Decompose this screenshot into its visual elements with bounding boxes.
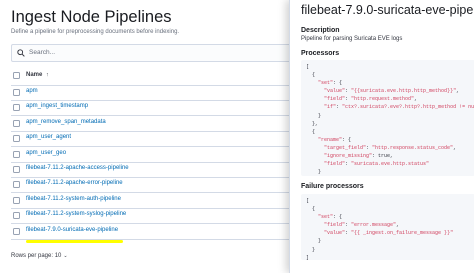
pipeline-details-flyout: filebeat-7.9.0-suricata-eve-pipeline Des… bbox=[289, 0, 474, 273]
select-all-checkbox[interactable] bbox=[13, 72, 20, 79]
pipeline-name-link[interactable]: apm_ingest_timestamp bbox=[26, 103, 88, 109]
pipeline-name-link[interactable]: filebeat-7.9.0-suricata-eve-pipeline bbox=[26, 227, 118, 233]
table-row: filebeat-7.11.2-system-auth-pipeline bbox=[11, 193, 296, 209]
table-row: filebeat-7.11.2-system-syslog-pipeline bbox=[11, 208, 296, 225]
processors-label: Processors bbox=[301, 50, 340, 57]
table-row: apm_user_geo bbox=[11, 147, 296, 163]
flyout-title: filebeat-7.9.0-suricata-eve-pipeline bbox=[301, 3, 474, 17]
page-subtitle: Define a pipeline for preprocessing docu… bbox=[11, 29, 180, 35]
row-checkbox[interactable] bbox=[13, 227, 20, 235]
table-row: apm_ingest_timestamp bbox=[11, 100, 296, 117]
table-row: apm_remove_span_metadata bbox=[11, 116, 296, 132]
search-icon bbox=[17, 49, 25, 57]
failure-processors-json: [ { "set": { "field": "error.message", "… bbox=[306, 198, 454, 260]
row-checkbox[interactable] bbox=[13, 104, 20, 112]
column-header-name[interactable]: Name bbox=[26, 72, 42, 78]
pipeline-name-link[interactable]: filebeat-7.11.2-apache-error-pipeline bbox=[26, 180, 123, 186]
table-row: filebeat-7.11.2-apache-access-pipeline bbox=[11, 162, 296, 178]
row-checkbox[interactable] bbox=[13, 119, 20, 127]
table-row: apm_user_agent bbox=[11, 131, 296, 148]
row-checkbox[interactable] bbox=[13, 181, 20, 189]
processors-code-block[interactable]: [ { "set": { "value": "{{suricata.eve.ht… bbox=[301, 60, 474, 176]
page-title: Ingest Node Pipelines bbox=[11, 8, 172, 26]
yellow-highlight-underline bbox=[26, 240, 123, 243]
row-checkbox[interactable] bbox=[13, 166, 20, 173]
rows-per-page-button[interactable]: Rows per page: 10 ⌄ bbox=[11, 253, 68, 259]
rows-per-page-label: Rows per page: 10 bbox=[11, 253, 62, 259]
search-placeholder: Search... bbox=[29, 49, 56, 56]
processors-json: [ { "set": { "value": "{{suricata.eve.ht… bbox=[306, 64, 474, 176]
sort-ascending-icon: ↑ bbox=[46, 72, 49, 78]
row-checkbox[interactable] bbox=[13, 212, 20, 220]
failure-processors-label: Failure processors bbox=[301, 183, 364, 190]
pipelines-list-panel: Ingest Node Pipelines Define a pipeline … bbox=[0, 0, 300, 273]
pipeline-name-link[interactable]: filebeat-7.11.2-system-auth-pipeline bbox=[26, 196, 121, 202]
search-input[interactable]: Search... bbox=[11, 44, 293, 62]
table-row: filebeat-7.11.2-apache-error-pipeline bbox=[11, 177, 296, 194]
description-text: Pipeline for parsing Suricata EVE logs bbox=[301, 36, 403, 42]
pipeline-name-link[interactable]: apm bbox=[26, 88, 38, 94]
row-checkbox[interactable] bbox=[13, 150, 20, 158]
pipeline-name-link[interactable]: apm_user_geo bbox=[26, 150, 66, 156]
row-checkbox[interactable] bbox=[13, 196, 20, 204]
chevron-down-icon: ⌄ bbox=[63, 253, 68, 259]
description-label: Description bbox=[301, 27, 340, 34]
pipeline-name-link[interactable]: filebeat-7.11.2-system-syslog-pipeline bbox=[26, 211, 126, 217]
pipeline-name-link[interactable]: apm_user_agent bbox=[26, 134, 71, 140]
row-checkbox[interactable] bbox=[13, 135, 20, 143]
pipeline-name-link[interactable]: apm_remove_span_metadata bbox=[26, 119, 106, 125]
table-row: filebeat-7.9.0-suricata-eve-pipeline bbox=[11, 224, 296, 240]
row-checkbox[interactable] bbox=[13, 89, 20, 96]
failure-processors-code-block[interactable]: [ { "set": { "field": "error.message", "… bbox=[301, 194, 474, 260]
table-row: apm bbox=[11, 85, 296, 101]
table-header: Name ↑ bbox=[11, 67, 296, 86]
pipeline-name-link[interactable]: filebeat-7.11.2-apache-access-pipeline bbox=[26, 165, 129, 171]
